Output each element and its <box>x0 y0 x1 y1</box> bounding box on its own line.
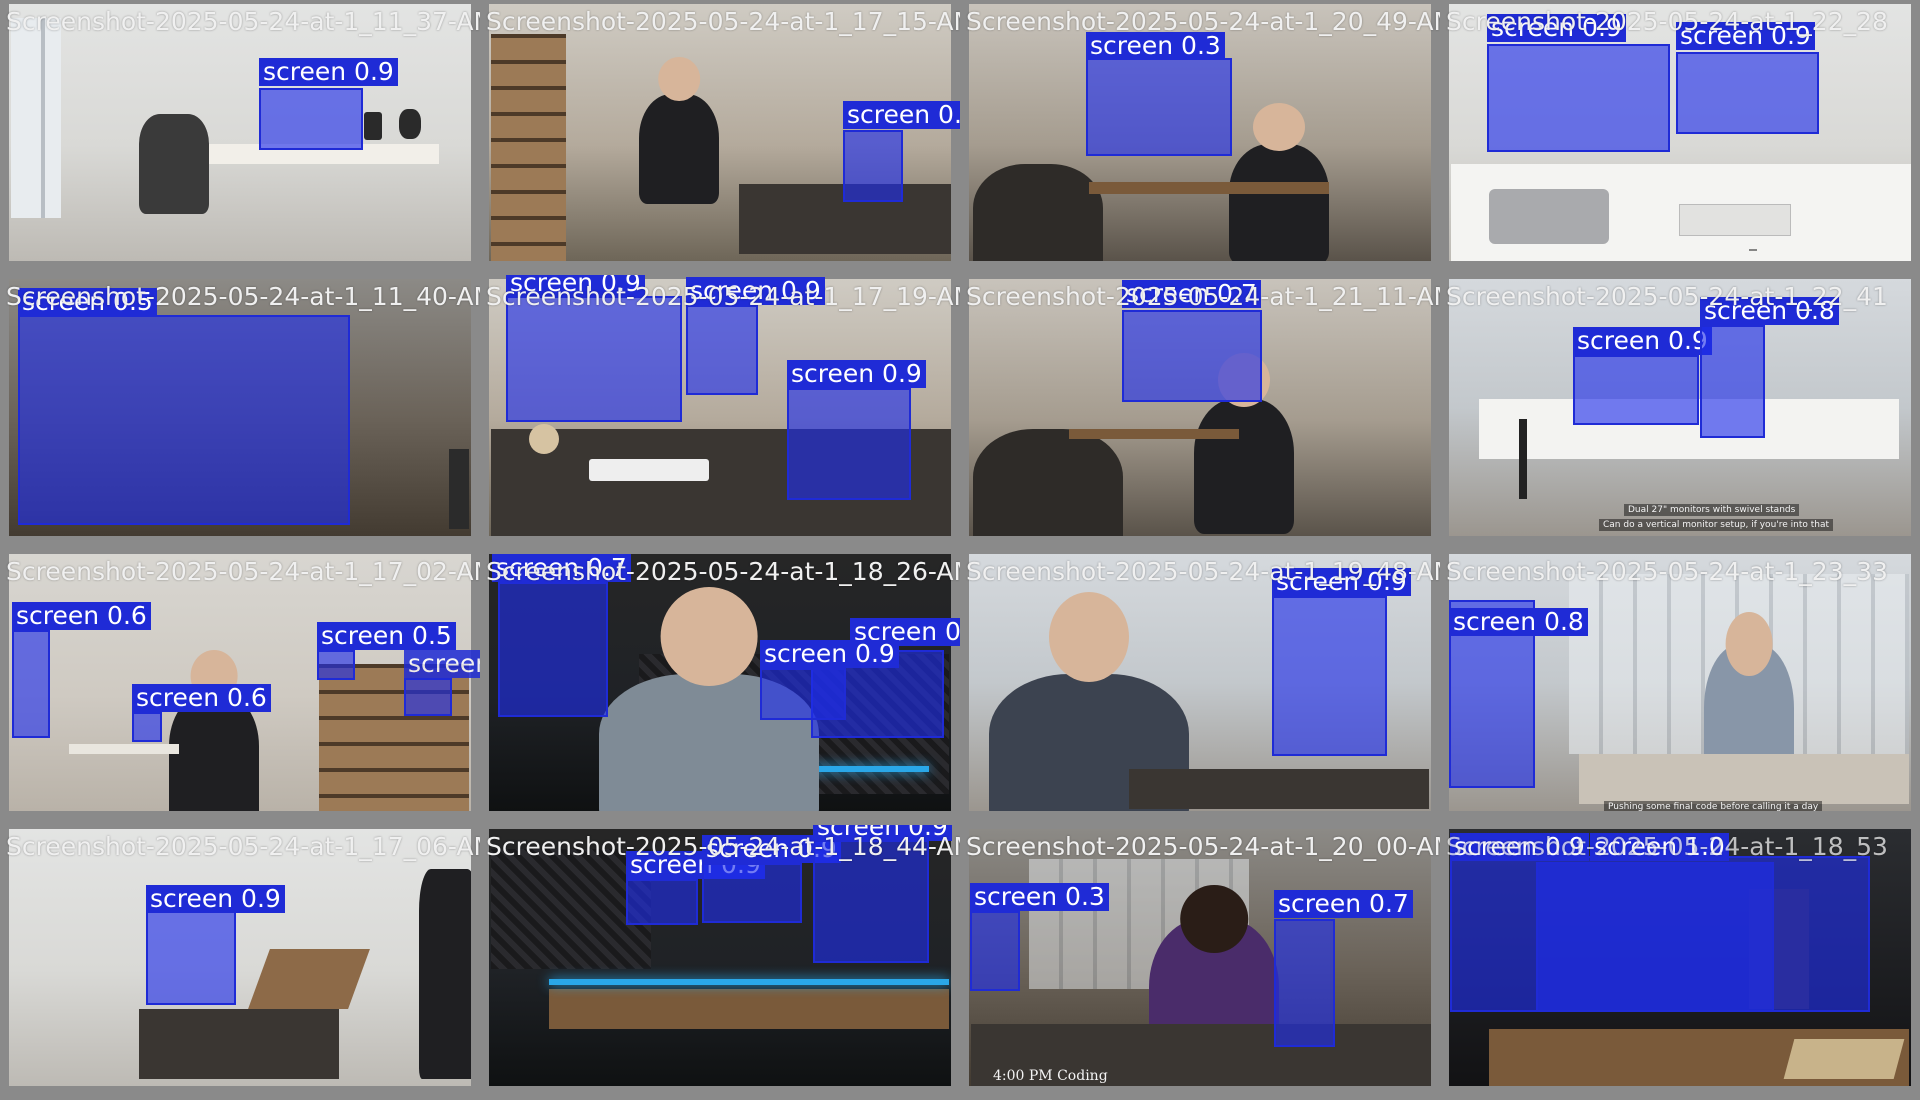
image-filename: Screenshot-2025-05-24-at-1_17_15-AM_png <box>486 7 960 36</box>
screen-detection-box <box>1700 325 1765 438</box>
screen-detection-box <box>970 911 1020 991</box>
image-filename: Screenshot-2025-05-24-at-1_22_28 <box>1446 7 1888 36</box>
detection-results-grid: screen 0.9 Screenshot-2025-05-24-at-1_11… <box>0 0 1920 1100</box>
image-filename: Screenshot-2025-05-24-at-1_19_48-AM_png <box>966 557 1440 586</box>
image-filename: Screenshot-2025-05-24-at-1_17_19-AM_png <box>486 282 960 311</box>
detection-label: screen 0.5 <box>317 622 456 650</box>
image-tile: screen 0.9 screen 0.9 screen 0.9 Screens… <box>480 275 960 550</box>
screen-detection-box <box>1272 596 1387 756</box>
image-tile: screen 0.9 screen 1.0 Screenshot-2025-05… <box>1440 825 1920 1100</box>
detection-label: screen 0.9 <box>1573 327 1712 355</box>
screen-detection-box <box>18 315 350 525</box>
image-filename: Screenshot-2025-05-24-at-1_11_40-AM_png <box>6 282 480 311</box>
image-tile: screen 0.9 Screenshot-2025-05-24-at-1_19… <box>960 550 1440 825</box>
image-tile: Dual 27" monitors with swivel stands Can… <box>1440 275 1920 550</box>
photo <box>9 829 471 1086</box>
screen-detection-box <box>1487 44 1670 152</box>
image-tile: screen 0.9 Screenshot-2025-05-24-at-1_17… <box>0 825 480 1100</box>
video-caption <box>1749 249 1757 251</box>
screen-detection-box <box>498 582 608 717</box>
image-filename: Screenshot-2025-05-24-at-1_11_37-AM_png <box>6 7 480 36</box>
screen-detection-box <box>843 130 903 202</box>
image-filename: Screenshot-2025-05-24-at-1_20_49-AM_png <box>966 7 1440 36</box>
video-caption: Can do a vertical monitor setup, if you'… <box>1599 519 1834 531</box>
detection-label: screen 0.7 <box>1274 890 1413 918</box>
video-caption: Pushing some final code before calling i… <box>1604 801 1823 811</box>
screen-detection-box <box>1122 310 1262 402</box>
video-caption: 4:00 PM Coding <box>993 1068 1108 1084</box>
image-filename: Screenshot-2025-05-24-at-1_17_02-AM_png <box>6 557 480 586</box>
screen-detection-box <box>506 296 682 422</box>
detection-label: screen 0.3 <box>970 883 1109 911</box>
image-filename: Screenshot-2025-05-24-at-1_20_00-AM_png <box>966 832 1440 861</box>
detection-label: screen 0.9 <box>760 640 899 668</box>
screen-detection-box <box>1573 355 1699 425</box>
detection-label: screen 0.9 <box>843 101 960 129</box>
screen-detection-box <box>259 88 363 150</box>
image-tile: 4:00 PM Coding screen 0.3 screen 0.7 Scr… <box>960 825 1440 1100</box>
image-filename: Screenshot-2025-05-24-at-1_23_33 <box>1446 557 1888 586</box>
image-tile: screen 0.7 Screenshot-2025-05-24-at-1_21… <box>960 275 1440 550</box>
photo: 4:00 PM Coding <box>969 829 1431 1086</box>
image-tile: screen 0.9 screen 0.9 screen 0.9 Screens… <box>480 825 960 1100</box>
video-caption: Dual 27" monitors with swivel stands <box>1624 504 1800 516</box>
image-tile: screen 0.3 Screenshot-2025-05-24-at-1_20… <box>960 0 1440 275</box>
screen-detection-box <box>686 305 758 395</box>
screen-detection-box <box>404 678 452 716</box>
detection-label: screen 0.9 <box>787 360 926 388</box>
image-tile: Pushing some final code before calling i… <box>1440 550 1920 825</box>
detection-label: screen 0.6 <box>12 602 151 630</box>
image-tile: screen 0.9 screen 0.9 Screenshot-2025-05… <box>1440 0 1920 275</box>
screen-detection-box <box>626 879 698 925</box>
screen-detection-box <box>787 388 911 500</box>
screen-detection-box <box>702 863 802 923</box>
detection-label: screen 0.6 <box>132 684 271 712</box>
screen-detection-box <box>1086 58 1232 156</box>
detection-label: screen 0.9 <box>259 58 398 86</box>
screen-detection-box <box>1676 52 1819 134</box>
image-filename: Screenshot-2025-05-24-at-1_18_26-AM_png <box>486 557 960 586</box>
photo <box>9 4 471 261</box>
image-tile: screen 0.9 Screenshot-2025-05-24-at-1_17… <box>480 0 960 275</box>
screen-detection-box <box>317 650 355 680</box>
image-filename: Screenshot-2025-05-24-at-1_22_41 <box>1446 282 1888 311</box>
image-filename: Screenshot-2025-05-24-at-1_18_44-AM_png <box>486 832 960 861</box>
screen-detection-box <box>132 712 162 742</box>
detection-label: screen 0.3 <box>1086 32 1225 60</box>
detection-label: screen 0.8 <box>1449 608 1588 636</box>
screen-detection-box <box>1536 862 1774 1012</box>
image-filename: Screenshot-2025-05-24-at-1_18_53 <box>1446 832 1888 861</box>
image-filename: Screenshot-2025-05-24-at-1_17_06-AM_png <box>6 832 480 861</box>
image-filename: Screenshot-2025-05-24-at-1_21_11-AM_png <box>966 282 1440 311</box>
image-tile: screen 0.6 screen 0.5 screen 0.6 screen … <box>0 550 480 825</box>
image-tile: screen 0.9 Screenshot-2025-05-24-at-1_11… <box>0 0 480 275</box>
screen-detection-box <box>760 668 846 720</box>
screen-detection-box <box>1274 919 1335 1047</box>
image-tile: screen 0.5 Screenshot-2025-05-24-at-1_11… <box>0 275 480 550</box>
screen-detection-box <box>12 630 50 738</box>
image-tile: screen 0.7 screen 0.9 screen 0.9 Screens… <box>480 550 960 825</box>
detection-label: screen 0.7 <box>404 650 480 678</box>
detection-label: screen 0.9 <box>146 885 285 913</box>
